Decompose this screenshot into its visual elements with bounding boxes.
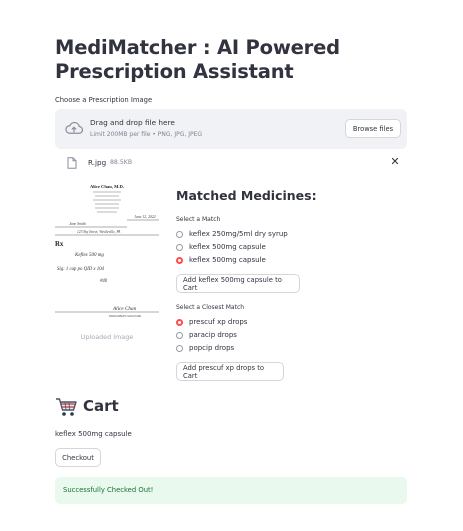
- match-option-label: keflex 500mg capsule: [189, 256, 266, 264]
- match-option-label: keflex 500mg capsule: [189, 243, 266, 251]
- success-message: Successfully Checked Out!: [63, 486, 154, 494]
- radio-button[interactable]: [176, 344, 183, 352]
- file-size: 88.5KB: [110, 158, 133, 166]
- match-option-label: keflex 250mg/5ml dry syrup: [189, 230, 288, 238]
- match-radio-group: keflex 250mg/5ml dry syrup keflex 500mg …: [176, 228, 288, 266]
- page-title: MediMatcher : AI Powered Prescription As…: [55, 36, 340, 83]
- closest-option[interactable]: paracip drops: [176, 329, 247, 341]
- radio-button[interactable]: [176, 243, 183, 251]
- closest-option-label: paracip drops: [189, 331, 237, 339]
- rx-doctor-name: Alice Chan, M.D.: [90, 184, 124, 189]
- match-option[interactable]: keflex 500mg capsule: [176, 241, 288, 253]
- svg-text:Rx: Rx: [55, 241, 64, 248]
- file-dropzone[interactable]: Drag and drop file here Limit 200MB per …: [55, 109, 407, 149]
- rx-sig-line: Sig: 1 cap po QID x 10d: [57, 267, 104, 272]
- prescription-image: Alice Chan, M.D. June 12, 2022 Jane Smit…: [55, 180, 159, 323]
- matched-medicines-heading: Matched Medicines:: [176, 188, 317, 203]
- image-caption: Uploaded Image: [80, 333, 134, 341]
- dropzone-limits: Limit 200MB per file • PNG, JPG, JPEG: [90, 131, 203, 138]
- radio-button[interactable]: [176, 230, 183, 238]
- rx-address: 123 Sky Street, Westleville, PA: [77, 230, 121, 235]
- checkout-button[interactable]: Checkout: [55, 448, 101, 467]
- select-closest-match-label: Select a Closest Match: [176, 304, 245, 311]
- rx-signature: Alice Chan: [112, 306, 137, 312]
- cart-icon: [56, 398, 77, 416]
- remove-file-icon[interactable]: ✕: [388, 155, 402, 169]
- cart-heading: Cart: [83, 397, 119, 415]
- rx-prescriber-label: PRESCRIBER'S SIGNATURE: [109, 315, 141, 318]
- match-option[interactable]: keflex 250mg/5ml dry syrup: [176, 228, 288, 240]
- select-match-label: Select a Match: [176, 216, 221, 223]
- rx-qty-line: #40: [100, 279, 108, 284]
- rx-patient-name: Jane Smith: [69, 222, 86, 226]
- closest-match-radio-group: prescuf xp drops paracip drops popcip dr…: [176, 316, 247, 354]
- cloud-upload-icon: [65, 121, 83, 134]
- add-closest-to-cart-button[interactable]: Add prescuf xp drops to Cart: [176, 362, 284, 381]
- dropzone-instructions: Drag and drop file here: [90, 118, 175, 127]
- closest-option[interactable]: prescuf xp drops: [176, 316, 247, 328]
- rx-date: June 12, 2022: [134, 215, 156, 220]
- rx-drug-line: Keflex 500 mg: [74, 253, 104, 258]
- add-match-to-cart-button[interactable]: Add keflex 500mg capsule to Cart: [176, 274, 300, 293]
- radio-button-selected[interactable]: [176, 318, 183, 326]
- radio-button-selected[interactable]: [176, 256, 183, 264]
- closest-option-label: prescuf xp drops: [189, 318, 248, 326]
- closest-option-label: popcip drops: [189, 344, 235, 352]
- browse-files-button[interactable]: Browse files: [345, 119, 401, 138]
- cart-item: keflex 500mg capsule: [55, 430, 132, 438]
- closest-option[interactable]: popcip drops: [176, 342, 247, 354]
- success-alert: Successfully Checked Out!: [55, 477, 407, 504]
- uploader-label: Choose a Prescription Image: [55, 96, 153, 104]
- file-icon: [67, 157, 77, 169]
- match-option[interactable]: keflex 500mg capsule: [176, 254, 288, 266]
- file-name: R.jpg: [88, 158, 107, 167]
- radio-button[interactable]: [176, 331, 183, 339]
- uploaded-file-row: R.jpg 88.5KB ✕: [55, 155, 407, 171]
